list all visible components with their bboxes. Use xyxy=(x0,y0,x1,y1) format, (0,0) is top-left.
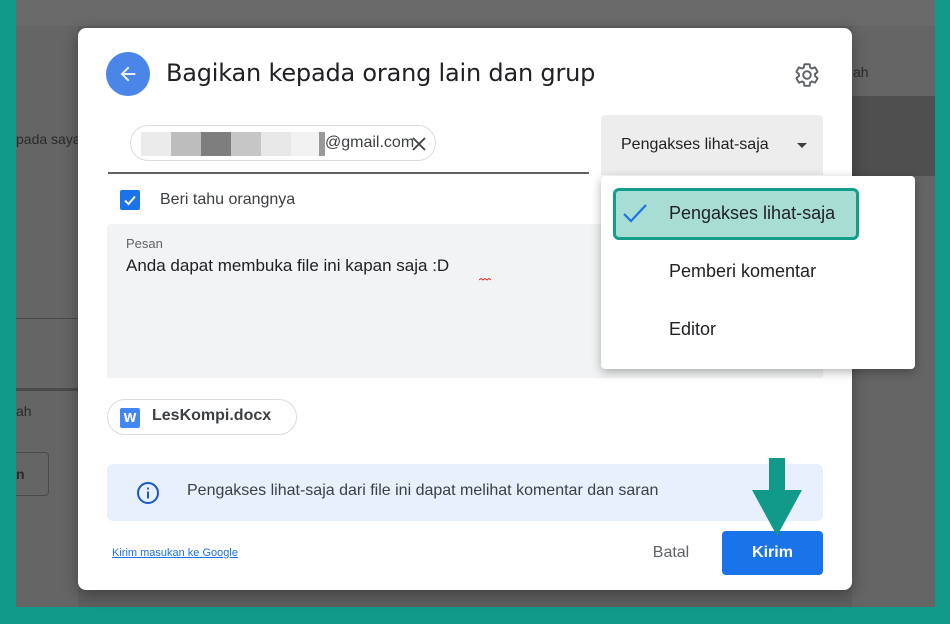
attachment-name: LesKompi.docx xyxy=(152,407,272,424)
redacted-email-block xyxy=(231,132,261,156)
arrow-left-icon xyxy=(120,66,136,82)
role-option-editor[interactable]: Editor xyxy=(601,302,915,358)
info-icon xyxy=(137,482,159,504)
cancel-button[interactable]: Batal xyxy=(634,531,708,575)
feedback-link[interactable]: Kirim masukan ke Google xyxy=(112,547,238,559)
background-left-panel xyxy=(16,26,78,607)
annotation-arrow-icon xyxy=(752,458,802,536)
role-option-label: Editor xyxy=(669,319,717,339)
checkmark-icon xyxy=(623,204,647,223)
role-select[interactable]: Pengakses lihat-saja xyxy=(601,115,823,175)
message-text: Anda dapat membuka file ini kapan saja :… xyxy=(126,256,450,275)
redacted-email-block xyxy=(201,132,231,156)
redacted-email-block xyxy=(261,132,291,156)
recipient-email: @gmail.com xyxy=(325,134,415,151)
recipient-chip[interactable]: @gmail.com xyxy=(130,125,436,161)
background-button-label: n xyxy=(16,466,25,482)
spellcheck-underline xyxy=(479,278,491,281)
info-banner: Pengakses lihat-saja dari file ini dapat… xyxy=(107,464,823,521)
attachment-chip[interactable]: W LesKompi.docx xyxy=(107,399,297,435)
role-option-commenter[interactable]: Pemberi komentar xyxy=(601,244,915,300)
background-text: pada saya xyxy=(16,131,81,147)
word-doc-icon: W xyxy=(120,408,140,428)
background-divider xyxy=(16,388,78,391)
notify-checkbox[interactable] xyxy=(120,190,140,210)
info-text: Pengakses lihat-saja dari file ini dapat… xyxy=(187,482,659,499)
background-text: ah xyxy=(16,403,32,419)
message-label: Pesan xyxy=(126,236,163,251)
background-divider xyxy=(16,318,78,319)
recipient-input[interactable]: @gmail.com xyxy=(108,116,589,174)
notify-label: Beri tahu orangnya xyxy=(160,191,296,208)
close-icon[interactable] xyxy=(409,134,429,154)
background-text: ah xyxy=(853,64,869,80)
background-right-band xyxy=(852,96,935,176)
dialog-title: Bagikan kepada orang lain dan grup xyxy=(166,59,596,87)
role-dropdown-menu: Pengakses lihat-saja Pemberi komentar Ed… xyxy=(601,176,915,369)
role-option-label: Pengakses lihat-saja xyxy=(669,203,836,223)
redacted-email-block xyxy=(291,132,319,156)
gear-icon xyxy=(795,63,819,87)
caret-down-icon xyxy=(797,143,807,148)
background-button: n xyxy=(16,452,49,496)
check-icon xyxy=(124,195,136,206)
redacted-email-block xyxy=(141,132,171,156)
role-select-value: Pengakses lihat-saja xyxy=(621,136,769,153)
role-option-label: Pemberi komentar xyxy=(669,261,817,281)
redacted-email-block xyxy=(171,132,201,156)
background-toolbar xyxy=(16,0,935,26)
role-option-viewer[interactable]: Pengakses lihat-saja xyxy=(601,186,915,242)
back-button[interactable] xyxy=(106,52,150,96)
settings-button[interactable] xyxy=(792,60,822,90)
